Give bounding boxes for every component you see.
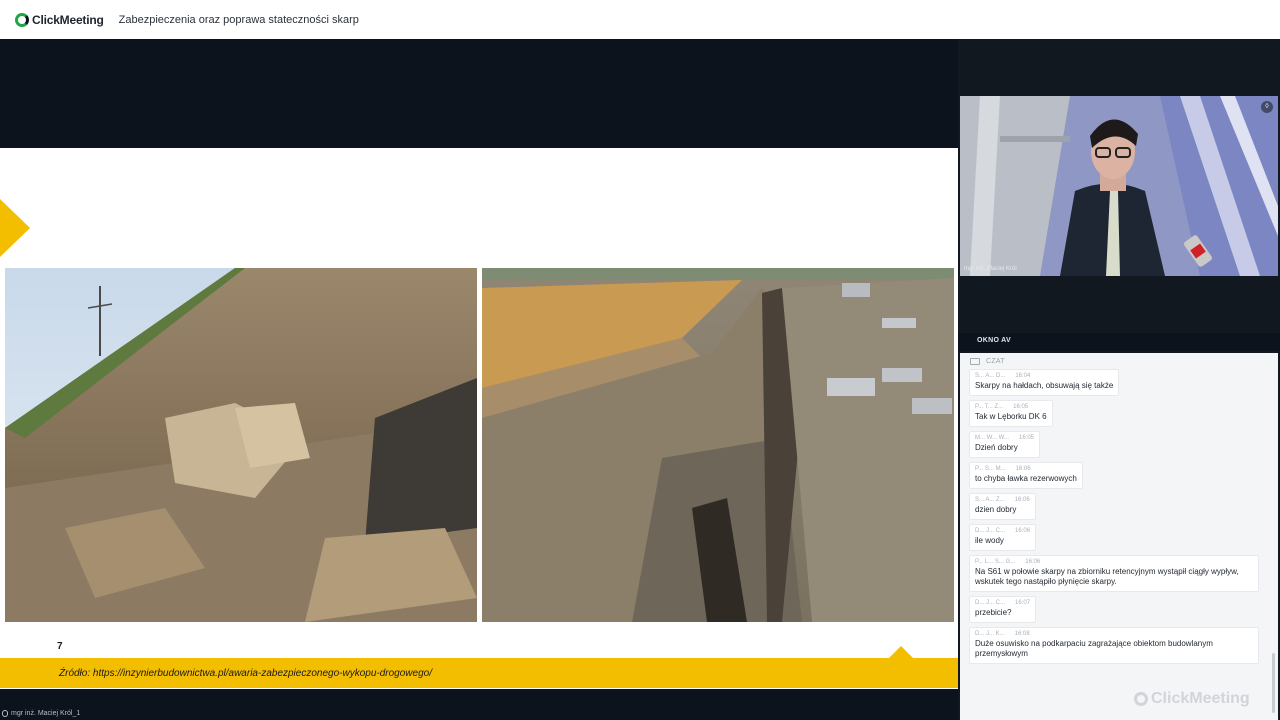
chat-message: D... J... C... 16:06 ile wody <box>969 524 1037 551</box>
slide-source-text: Źródło: https://inzynierbudownictwa.pl/a… <box>59 668 432 679</box>
message-author: P... S... M... <box>975 466 1006 472</box>
watermark-logo-icon <box>1134 692 1148 706</box>
av-window-label: OKNO AV <box>977 337 1011 344</box>
message-time: 16:08 <box>1014 631 1030 637</box>
message-time: 16:05 <box>1013 404 1029 410</box>
message-time: 16:06 <box>1014 497 1030 503</box>
message-author: D... J... K... <box>975 631 1005 637</box>
message-text: dzien dobry <box>975 505 1017 514</box>
message-author: P... L... S... G... <box>975 559 1016 565</box>
message-time: 16:05 <box>1019 435 1035 441</box>
watermark-text: ClickMeeting <box>1151 690 1250 707</box>
microphone-icon <box>2 710 8 717</box>
message-author: S... A... D... <box>975 373 1006 379</box>
chat-message: S... A... Z... 16:06 dzien dobry <box>969 493 1036 520</box>
slide-arrow-decoration <box>0 199 30 257</box>
chat-message: D... J... C... 16:07 przebicie? <box>969 596 1037 623</box>
clickmeeting-logo[interactable]: ClickMeeting <box>15 12 104 27</box>
chat-message: D... J... K... 16:08 Duże osuwisko na pod… <box>969 627 1259 664</box>
message-text: przebicie? <box>975 608 1012 617</box>
presenter-tag-label: mgr inż. Maciej Król_1 <box>11 710 81 717</box>
slide-number: 7 <box>57 641 63 652</box>
video-options-icon[interactable]: ◊ <box>1261 101 1273 113</box>
message-text: Skarpy na hałdach, obsuwają się także <box>975 381 1114 390</box>
message-time: 16:07 <box>1015 600 1031 606</box>
presenter-tag: mgr inż. Maciej Król_1 <box>2 710 80 717</box>
chat-message: P... S... M... 16:06 to chyba ławka rezer… <box>969 462 1083 489</box>
road-cut-crack-photo-right <box>482 268 954 622</box>
message-time: 16:06 <box>1015 466 1031 472</box>
message-author: M... W... W... <box>975 435 1009 441</box>
chat-message-list[interactable]: S... A... D... 16:04 Skarpy na hałdach, o… <box>969 369 1269 668</box>
top-bar: ClickMeeting Zabezpieczenia oraz poprawa… <box>0 0 1280 39</box>
video-presenter-label: mgr inż. Maciej Król <box>964 266 1017 272</box>
message-text: Na S61 w połowie skarpy na zbiorniku ret… <box>975 567 1239 586</box>
chat-message: S... A... D... 16:04 Skarpy na hałdach, o… <box>969 369 1120 396</box>
message-author: D... J... C... <box>975 528 1006 534</box>
message-text: Tak w Lęborku DK 6 <box>975 412 1047 421</box>
message-time: 16:06 <box>1015 528 1031 534</box>
message-author: D... J... C... <box>975 600 1006 606</box>
slope-collapse-photo-left <box>5 268 477 622</box>
presentation-stage: 7 Źródło: https://inzynierbudownictwa.pl… <box>0 39 958 720</box>
chat-message: P... L... S... G... 16:06 Na S61 w połowi… <box>969 555 1259 592</box>
chat-panel: CZAT S... A... D... 16:04 Skarpy na hałda… <box>960 353 1278 720</box>
chat-message: M... W... W... 16:05 Dzień dobry <box>969 431 1041 458</box>
chat-header: CZAT <box>960 353 1278 369</box>
presentation-slide: 7 Źródło: https://inzynierbudownictwa.pl… <box>0 148 958 689</box>
message-text: to chyba ławka rezerwowych <box>975 474 1077 483</box>
clickmeeting-watermark: ClickMeeting <box>1134 690 1250 708</box>
event-title: Zabezpieczenia oraz poprawa stateczności… <box>118 13 359 26</box>
message-author: P... T... Z... <box>975 404 1004 410</box>
message-text: ile wody <box>975 536 1004 545</box>
right-panel: ◊ mgr inż. Maciej Król OKNO AV CZAT S...… <box>958 39 1280 720</box>
chat-scrollbar[interactable] <box>1272 653 1275 713</box>
chat-message: P... T... Z... 16:05 Tak w Lęborku DK 6 <box>969 400 1053 427</box>
message-text: Duże osuwisko na podkarpaciu zagrażające… <box>975 639 1213 658</box>
message-text: Dzień dobry <box>975 443 1018 452</box>
message-author: S... A... Z... <box>975 497 1005 503</box>
logo-text: ClickMeeting <box>32 12 104 27</box>
chat-icon <box>970 357 980 365</box>
source-band-notch <box>889 646 913 658</box>
message-time: 16:04 <box>1015 373 1031 379</box>
presenter-video[interactable]: ◊ mgr inż. Maciej Król <box>960 96 1278 276</box>
message-time: 16:06 <box>1025 559 1041 565</box>
av-window-header: OKNO AV <box>958 333 1280 351</box>
chat-title: CZAT <box>986 357 1005 365</box>
clickmeeting-logo-icon <box>15 12 29 27</box>
